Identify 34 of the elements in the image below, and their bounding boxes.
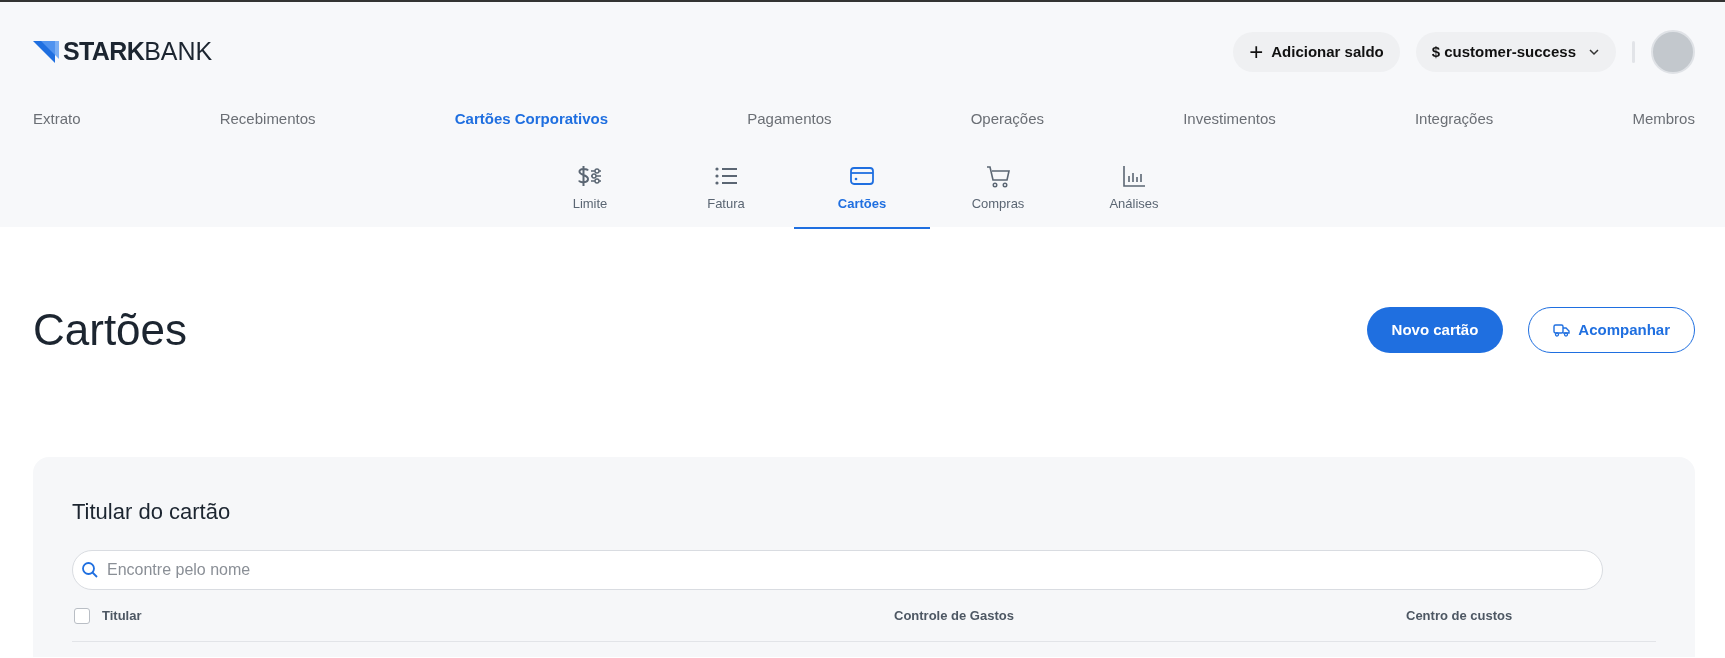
sub-nav-tab[interactable]: Cartões <box>794 152 930 229</box>
nav-tab[interactable]: Operações <box>970 108 1045 131</box>
sub-nav-tab[interactable]: Compras <box>930 152 1066 229</box>
nav-tab[interactable]: Recebimentos <box>219 108 316 131</box>
logo-icon <box>33 39 59 65</box>
truck-icon <box>1553 323 1571 337</box>
nav-tab[interactable]: Extrato <box>33 108 81 131</box>
avatar[interactable] <box>1651 30 1695 74</box>
nav-tab[interactable]: Pagamentos <box>747 108 832 131</box>
panel-title: Titular do cartão <box>72 498 232 526</box>
new-card-button[interactable]: Novo cartão <box>1366 307 1504 353</box>
sub-nav-tab[interactable]: Fatura <box>658 152 794 229</box>
add-balance-button[interactable]: + Adicionar saldo <box>1233 32 1400 72</box>
sub-nav-tab[interactable]: Análises <box>1066 152 1202 229</box>
nav-tab[interactable]: Integrações <box>1414 108 1494 131</box>
search-field[interactable]: Encontre pelo nome <box>72 550 1603 590</box>
nav-tab[interactable]: Cartões Corporativos <box>454 108 609 131</box>
sub-nav-tab[interactable]: Limite <box>522 152 658 229</box>
nav-tab[interactable]: Membros <box>1632 108 1695 131</box>
page-title: Cartões <box>33 304 188 356</box>
track-button[interactable]: Acompanhar <box>1528 307 1695 353</box>
select-all-checkbox[interactable] <box>74 607 90 624</box>
logo: STARKBANK <box>33 33 213 71</box>
column-header: Centro de custos <box>1406 606 1514 625</box>
column-header: Controle de Gastos <box>894 606 1015 625</box>
dollar-sliders-icon <box>577 164 603 188</box>
cart-icon <box>985 164 1011 188</box>
search-icon <box>81 561 99 579</box>
column-header: Titular <box>102 606 143 625</box>
workspace-dropdown[interactable]: $ customer-success <box>1415 32 1616 72</box>
nav-tab[interactable]: Investimentos <box>1183 108 1276 131</box>
credit-card-icon <box>849 164 875 188</box>
bar-chart-icon <box>1121 164 1147 188</box>
chevron-down-icon <box>1588 48 1600 56</box>
